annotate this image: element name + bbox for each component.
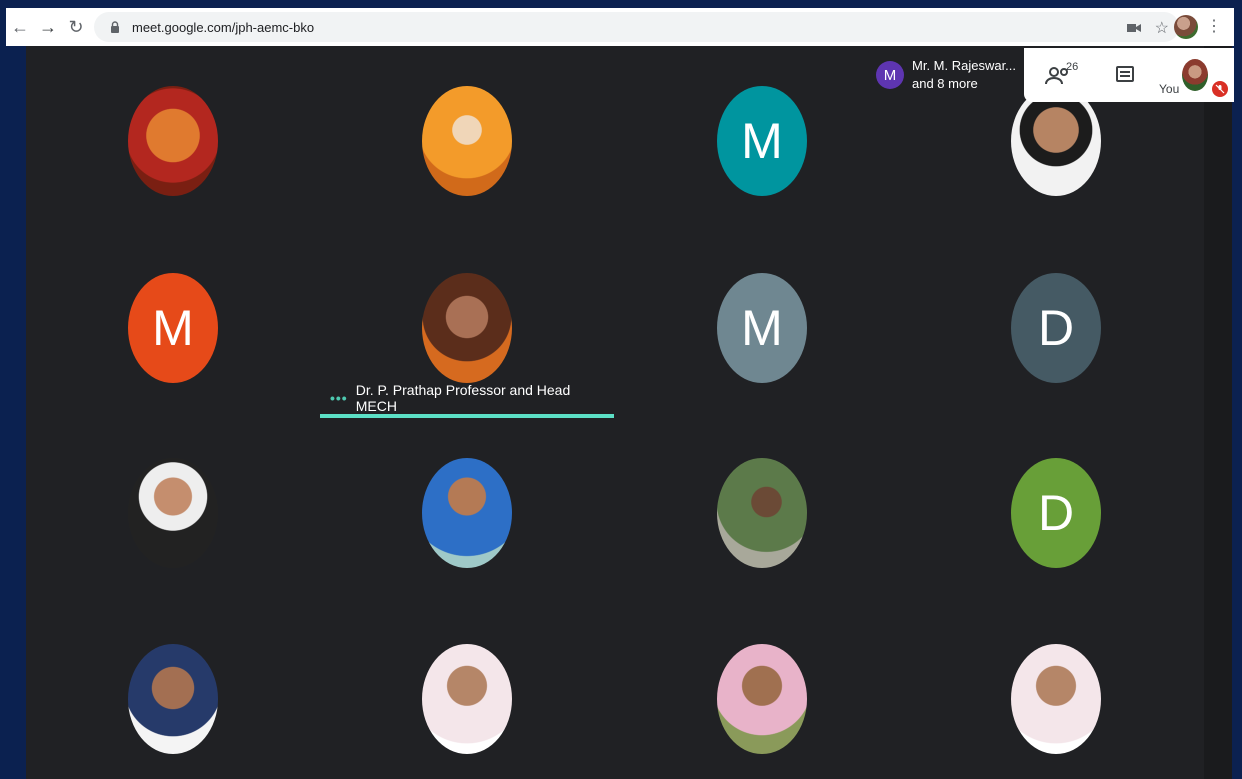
presenting-card[interactable]: M Mr. M. Rajeswar... and 8 more — [868, 48, 1024, 102]
url-text: meet.google.com/jph-aemc-bko — [132, 19, 315, 35]
address-bar[interactable]: meet.google.com/jph-aemc-bko ☆ — [94, 12, 1179, 42]
participant-avatar-photo[interactable] — [422, 86, 512, 196]
you-label: You — [1159, 82, 1180, 96]
star-icon[interactable]: ☆ — [1155, 18, 1169, 38]
reload-icon[interactable]: ↻ — [62, 13, 90, 41]
speaker-name: Dr. P. Prathap Professor and Head MECH — [355, 381, 571, 414]
participant-avatar-photo[interactable] — [1011, 644, 1101, 754]
speaker-highlight-bar — [320, 414, 614, 418]
presenter-name: Mr. M. Rajeswar... — [912, 58, 1017, 73]
chat-icon[interactable] — [1114, 64, 1136, 86]
participant-avatar-photo[interactable] — [1011, 86, 1101, 196]
participant-avatar-photo[interactable] — [422, 644, 512, 754]
participant-avatar-photo[interactable] — [422, 458, 512, 568]
presenter-more: and 8 more — [912, 76, 978, 91]
lock-icon — [111, 21, 119, 33]
active-speaker-label: ••• Dr. P. Prathap Professor and Head ME… — [320, 380, 614, 415]
participant-count: 26 — [1066, 61, 1079, 73]
forward-icon[interactable]: → — [34, 13, 62, 41]
mic-off-icon — [1212, 81, 1228, 97]
participant-avatar-photo[interactable] — [717, 644, 807, 754]
profile-avatar[interactable] — [1174, 15, 1198, 39]
self-avatar[interactable] — [1182, 59, 1208, 91]
back-icon[interactable]: ← — [6, 13, 34, 41]
participant-avatar-photo[interactable] — [128, 86, 218, 196]
participant-avatar-letter[interactable]: D — [1011, 273, 1101, 383]
participant-avatar-photo[interactable] — [422, 273, 512, 383]
camera-icon[interactable] — [1126, 22, 1141, 34]
participant-avatar-photo[interactable] — [128, 644, 218, 754]
participant-avatar-letter[interactable]: M — [128, 273, 218, 383]
side-panel-edge — [1204, 46, 1232, 779]
meet-controls: 26 You — [1024, 48, 1234, 102]
participant-avatar-letter[interactable]: M — [717, 273, 807, 383]
participant-avatar-photo[interactable] — [128, 458, 218, 568]
more-vert-icon[interactable]: ⋮ — [1206, 16, 1222, 38]
participant-avatar-photo[interactable] — [717, 458, 807, 568]
participant-avatar-letter[interactable]: D — [1011, 458, 1101, 568]
browser-toolbar: ← → ↻ meet.google.com/jph-aemc-bko ☆ ⋮ — [6, 8, 1234, 46]
speaking-dots-icon: ••• — [330, 389, 348, 406]
presenter-avatar: M — [876, 61, 904, 89]
participant-avatar-letter[interactable]: M — [717, 86, 807, 196]
